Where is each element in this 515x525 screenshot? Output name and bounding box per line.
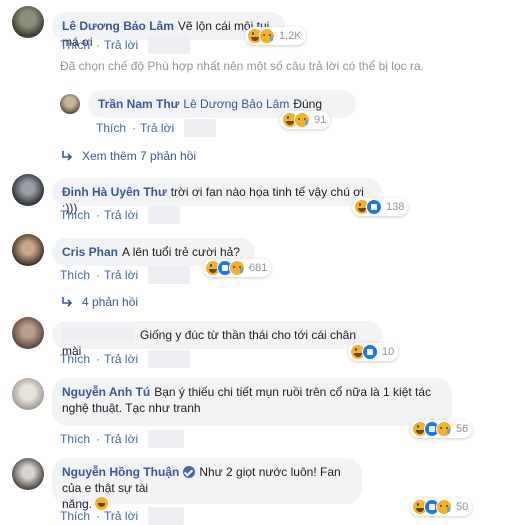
- comment-author[interactable]: Đinh Hà Uyên Thư: [62, 185, 167, 199]
- like-reaction-icon: [366, 199, 382, 215]
- like-button[interactable]: Thích: [60, 352, 90, 366]
- sad-reaction-icon: [436, 421, 452, 437]
- reply-button[interactable]: Trả lời: [104, 208, 138, 222]
- reaction-summary[interactable]: 56: [410, 420, 473, 438]
- comment-item: Đinh Hà Uyên Thư trời ơi fan nào họa tinh…: [12, 174, 382, 215]
- comment-bubble: Đinh Hà Uyên Thư trời ơi fan nào họa tinh…: [52, 178, 382, 215]
- reply-arrow-icon: [62, 151, 73, 161]
- separator-dot: ·: [96, 268, 101, 282]
- comment-item: Nguyễn Anh Tú Bạn ý thiếu chi tiết mụn ru…: [12, 378, 452, 426]
- comment-item: Giống y đúc từ thần thái cho tới cái châ…: [12, 317, 382, 358]
- comment-actions: Thích · Trả lời: [60, 36, 191, 54]
- like-button[interactable]: Thích: [60, 38, 90, 52]
- reply-actions: Thích · Trả lời: [96, 119, 217, 137]
- timestamp: [148, 266, 191, 284]
- reaction-count: 681: [249, 262, 268, 274]
- avatar[interactable]: [12, 234, 44, 266]
- reaction-count: 91: [314, 114, 327, 126]
- timestamp: [184, 119, 217, 137]
- timestamp: [148, 206, 181, 224]
- sad-reaction-icon: [229, 260, 245, 276]
- comment-actions: Thích · Trả lời: [60, 430, 185, 448]
- comment-actions: Thích · Trả lời: [60, 507, 185, 525]
- like-button[interactable]: Thích: [60, 432, 90, 446]
- comment-author[interactable]: Cris Phan: [62, 245, 118, 259]
- like-button[interactable]: Thích: [60, 268, 90, 282]
- like-button[interactable]: Thích: [60, 208, 90, 222]
- avatar[interactable]: [60, 94, 80, 114]
- reaction-summary[interactable]: 50: [410, 498, 473, 516]
- hidden-author-name[interactable]: [62, 327, 134, 341]
- comment-text: A lên tuổi trẻ cười hả?: [122, 245, 240, 259]
- timestamp: [148, 507, 185, 525]
- reaction-count: 138: [386, 201, 405, 213]
- separator-dot: ·: [96, 352, 101, 366]
- comment-actions: Thích · Trả lời: [60, 266, 191, 284]
- separator-dot: ·: [96, 509, 101, 523]
- sad-reaction-icon: [436, 499, 452, 515]
- replies-link[interactable]: 4 phản hồi: [60, 295, 138, 309]
- replies-count-label: 4 phản hồi: [82, 295, 139, 309]
- comment-actions: Thích · Trả lời: [60, 206, 181, 224]
- reaction-count: 56: [456, 423, 469, 435]
- sad-reaction-icon: [259, 28, 275, 44]
- reply-button[interactable]: Trả lời: [104, 432, 138, 446]
- timestamp: [148, 430, 185, 448]
- reply-button[interactable]: Trả lời: [140, 121, 174, 135]
- separator-dot: ·: [96, 208, 101, 222]
- view-more-replies[interactable]: Xem thêm 7 phản hồi: [60, 149, 196, 163]
- like-button[interactable]: Thích: [96, 121, 126, 135]
- like-reaction-icon: [362, 344, 378, 360]
- reply-button[interactable]: Trả lời: [104, 509, 138, 523]
- reaction-summary[interactable]: 10: [348, 343, 399, 361]
- reaction-count: 50: [456, 501, 469, 513]
- reply-button[interactable]: Trả lời: [104, 38, 138, 52]
- comment-author[interactable]: Lê Dương Bảo Lâm: [62, 19, 174, 33]
- comment-bubble: Nguyễn Anh Tú Bạn ý thiếu chi tiết mụn ru…: [52, 378, 452, 426]
- timestamp: [148, 36, 191, 54]
- reaction-count: 1,2K: [279, 30, 302, 42]
- comment-actions: Thích · Trả lời: [60, 350, 191, 368]
- avatar[interactable]: [12, 6, 44, 38]
- comment-thread: Lê Dương Bảo Lâm Vẽ lộn cái môi tui má ơi…: [0, 0, 515, 525]
- avatar[interactable]: [12, 378, 44, 410]
- separator-dot: ·: [132, 121, 137, 135]
- comment-item: Nguyễn Hồng Thuận Như 2 giọt nước luôn! F…: [12, 458, 362, 511]
- reply-text: Đúng: [293, 97, 323, 111]
- avatar[interactable]: [12, 458, 44, 490]
- filter-notice: Đã chọn chế độ Phù hợp nhất nên một số c…: [60, 59, 424, 73]
- avatar[interactable]: [12, 317, 44, 349]
- reaction-summary[interactable]: 138: [352, 198, 409, 216]
- comment-author[interactable]: Nguyễn Hồng Thuận: [62, 465, 179, 479]
- mention-link[interactable]: Lê Dương Bảo Lâm: [183, 97, 289, 111]
- comment-text-line2: nghệ thuật. Tạc như tranh: [62, 401, 201, 415]
- comment-bubble: Nguyễn Hồng Thuận Như 2 giọt nước luôn! F…: [52, 458, 362, 511]
- separator-dot: ·: [96, 38, 101, 52]
- comment-text-line1: Bạn ý thiếu chi tiết mụn ruồi trên cổ nữ…: [154, 385, 432, 399]
- reaction-count: 10: [382, 346, 395, 358]
- reaction-summary[interactable]: 91: [280, 111, 331, 129]
- comment-author[interactable]: Nguyễn Anh Tú: [62, 385, 150, 399]
- timestamp: [148, 350, 191, 368]
- reply-author[interactable]: Trần Nam Thư: [98, 97, 179, 111]
- sad-reaction-icon: [294, 112, 310, 128]
- like-button[interactable]: Thích: [60, 509, 90, 523]
- separator-dot: ·: [96, 432, 101, 446]
- reaction-summary[interactable]: 1,2K: [245, 27, 306, 45]
- reply-button[interactable]: Trả lời: [104, 268, 138, 282]
- reaction-summary[interactable]: 681: [203, 259, 272, 277]
- view-more-label: Xem thêm 7 phản hồi: [82, 149, 197, 163]
- verified-badge-icon: [183, 466, 196, 478]
- comment-bubble: Giống y đúc từ thần thái cho tới cái châ…: [52, 321, 382, 358]
- reply-button[interactable]: Trả lời: [104, 352, 138, 366]
- avatar[interactable]: [12, 174, 44, 206]
- reply-arrow-icon: [62, 297, 73, 307]
